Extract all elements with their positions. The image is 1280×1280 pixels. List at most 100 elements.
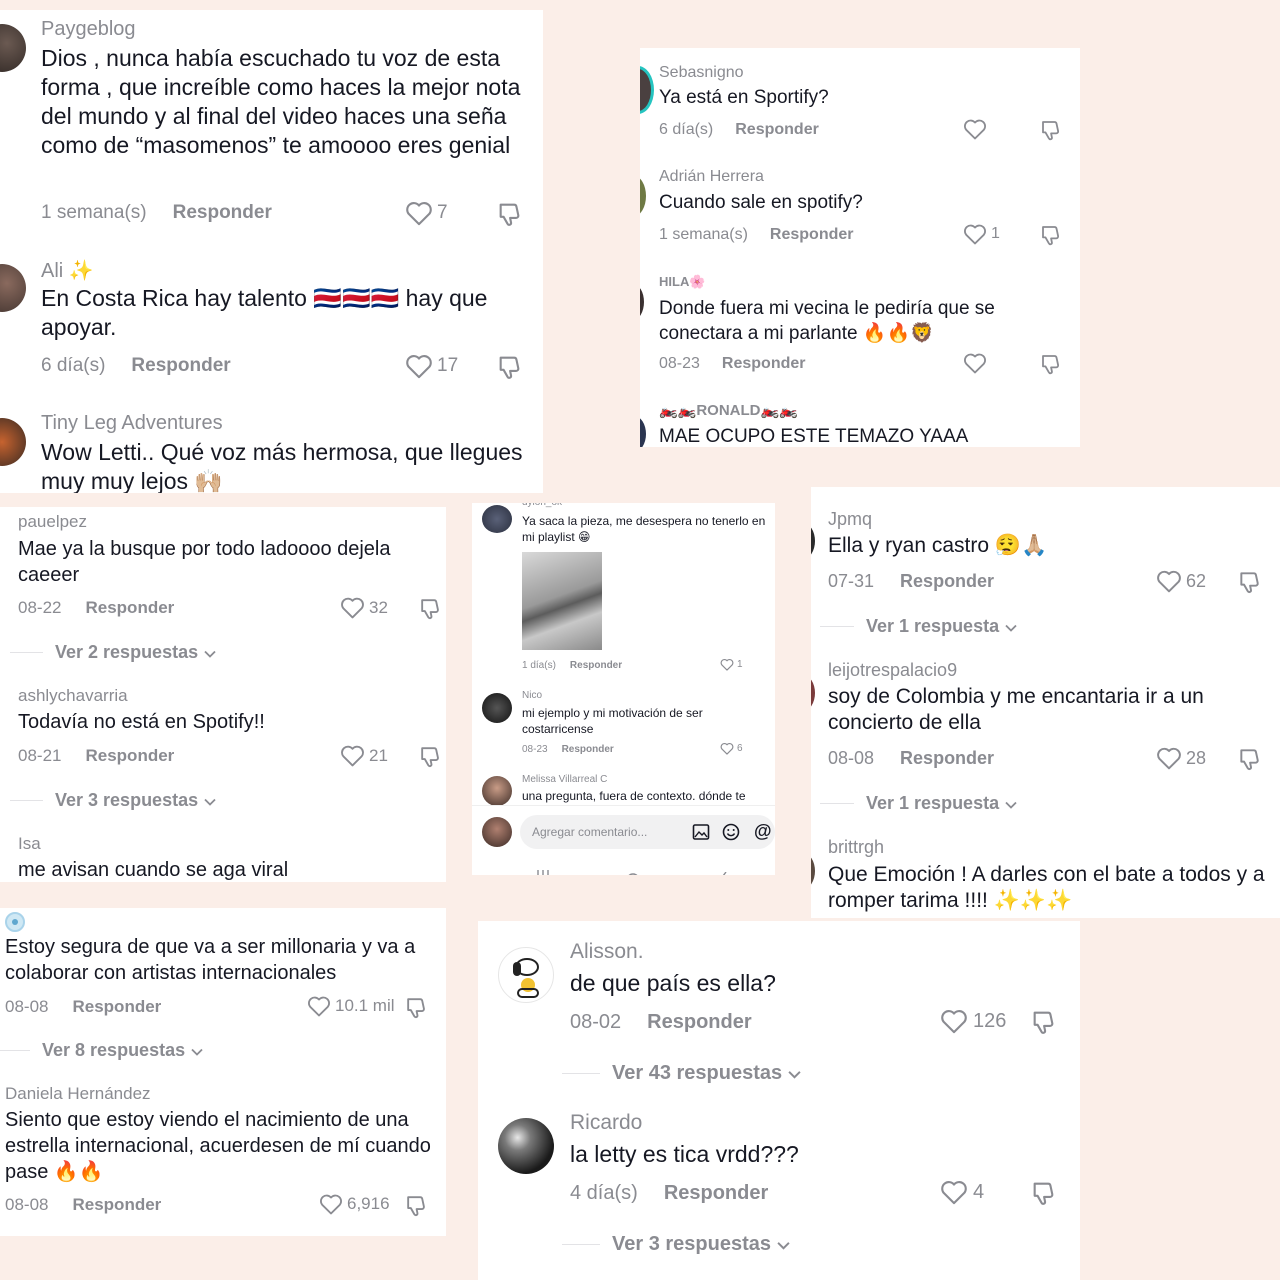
thumbs-down-icon	[1030, 1008, 1058, 1036]
dislike-button[interactable]	[1039, 352, 1063, 376]
comment-username[interactable]: dylon_ok	[522, 503, 562, 508]
view-replies-button[interactable]: Ver 1 respuesta	[820, 793, 1017, 814]
like-button[interactable]: 10.1 mil	[307, 995, 395, 1017]
sticker-image[interactable]	[522, 552, 602, 650]
avatar[interactable]	[811, 675, 815, 711]
like-button[interactable]: 21	[340, 744, 388, 767]
avatar[interactable]	[0, 24, 26, 72]
view-replies-button[interactable]: Ver 1 respuesta	[820, 616, 1017, 637]
home-icon[interactable]	[626, 867, 640, 875]
like-button[interactable]: 62	[1156, 569, 1206, 593]
comment-username[interactable]: Nico	[522, 690, 542, 701]
like-button[interactable]: 28	[1156, 746, 1206, 770]
image-icon[interactable]	[692, 823, 710, 846]
like-button[interactable]	[963, 118, 987, 140]
comment-username[interactable]: Sebasnigno	[659, 64, 744, 82]
divider-line	[562, 1073, 600, 1074]
comment-username[interactable]: Ricardo	[570, 1111, 642, 1135]
avatar[interactable]	[482, 693, 512, 723]
avatar-badge-icon[interactable]	[5, 912, 25, 932]
reply-button[interactable]: Responder	[72, 1195, 161, 1215]
comments-panel-6: Estoy segura de que va a ser millonaria …	[0, 908, 446, 1236]
view-replies-button[interactable]: Ver 2 respuestas	[10, 642, 216, 663]
like-button[interactable]: 6,916	[319, 1193, 390, 1215]
avatar[interactable]	[498, 947, 554, 1003]
dislike-button[interactable]	[404, 995, 429, 1020]
comment-username[interactable]: Jpmq	[828, 509, 872, 530]
comment-username[interactable]: Tiny Leg Adventures	[41, 412, 223, 435]
avatar[interactable]	[498, 1118, 554, 1174]
view-replies-button[interactable]: Ver 43 respuestas	[562, 1062, 801, 1085]
like-button[interactable]: 1	[720, 658, 743, 671]
reply-button[interactable]: Responder	[131, 355, 230, 377]
like-button[interactable]: 1	[963, 223, 1000, 245]
dislike-button[interactable]	[1237, 569, 1263, 595]
avatar[interactable]	[811, 523, 815, 559]
comment-username[interactable]: ashlychavarria	[18, 686, 128, 706]
reply-button[interactable]: Responder	[570, 660, 622, 671]
mention-icon[interactable]: @	[754, 821, 772, 842]
dislike-button[interactable]	[1039, 223, 1063, 247]
chevron-down-icon	[191, 1040, 203, 1061]
view-replies-button[interactable]: Ver 3 respuestas	[562, 1233, 790, 1256]
comment-username[interactable]: HILA🌸	[659, 274, 706, 290]
view-replies-button[interactable]: Ver 8 respuestas	[0, 1040, 203, 1061]
comment-input[interactable]: Agregar comentario... @	[520, 815, 775, 849]
divider-line	[562, 1244, 600, 1245]
comment-username[interactable]: Melissa Villarreal C	[522, 774, 607, 785]
avatar[interactable]	[482, 505, 512, 533]
like-button[interactable]: 17	[405, 353, 458, 379]
like-button[interactable]	[963, 352, 987, 374]
avatar[interactable]	[640, 416, 646, 447]
reply-button[interactable]: Responder	[900, 571, 994, 592]
comment-username[interactable]: Isa	[18, 834, 41, 854]
reply-button[interactable]: Responder	[722, 355, 806, 373]
reply-button[interactable]: Responder	[85, 746, 174, 766]
comment-text: MAE OCUPO ESTE TEMAZO YAAA	[659, 426, 969, 447]
dislike-button[interactable]	[1030, 1179, 1058, 1207]
like-button[interactable]: 7	[405, 200, 448, 226]
reply-button[interactable]: Responder	[735, 121, 819, 139]
avatar[interactable]	[640, 66, 654, 114]
reply-button[interactable]: Responder	[72, 997, 161, 1017]
dislike-button[interactable]	[404, 1193, 429, 1218]
comment-username[interactable]: pauelpez	[18, 512, 87, 532]
dislike-button[interactable]	[1030, 1008, 1058, 1036]
avatar[interactable]	[640, 284, 644, 320]
reply-button[interactable]: Responder	[900, 748, 994, 769]
like-button[interactable]: 6	[720, 742, 743, 755]
avatar[interactable]	[811, 853, 815, 889]
reply-button[interactable]: Responder	[173, 202, 272, 224]
dislike-button[interactable]	[1237, 746, 1263, 772]
like-button[interactable]: 4	[940, 1179, 984, 1205]
avatar[interactable]	[482, 776, 512, 806]
comment-username[interactable]: Paygeblog	[41, 18, 136, 41]
dislike-button[interactable]	[418, 744, 443, 769]
view-replies-button[interactable]: Ver 3 respuestas	[10, 790, 216, 811]
menu-icon[interactable]	[536, 866, 550, 875]
comment-username[interactable]: brittrgh	[828, 837, 884, 858]
like-button[interactable]: 126	[940, 1008, 1006, 1034]
reply-button[interactable]: Responder	[664, 1182, 768, 1205]
comment-username[interactable]: Ali ✨	[41, 258, 94, 283]
emoji-icon[interactable]	[722, 823, 740, 846]
comment-meta: 4 día(s) Responder	[570, 1182, 768, 1205]
dislike-button[interactable]	[496, 200, 524, 228]
comment-username[interactable]: Alisson.	[570, 940, 644, 964]
dislike-button[interactable]	[1039, 118, 1063, 142]
dislike-button[interactable]	[496, 353, 524, 381]
back-icon[interactable]	[718, 867, 728, 875]
comment-username[interactable]: leijotrespalacio9	[828, 660, 957, 681]
comment-username[interactable]: Daniela Hernández	[5, 1084, 151, 1104]
reply-button[interactable]: Responder	[562, 744, 614, 755]
reply-button[interactable]: Responder	[647, 1011, 751, 1034]
comment-username[interactable]: Adrián Herrera	[659, 168, 764, 186]
comment-username[interactable]: 🏍️🏍️RONALD🏍️🏍️	[659, 401, 798, 419]
dislike-button[interactable]	[418, 596, 443, 621]
avatar[interactable]	[0, 418, 26, 466]
like-button[interactable]: 32	[340, 596, 388, 619]
avatar[interactable]	[640, 176, 646, 216]
reply-button[interactable]: Responder	[770, 226, 854, 244]
reply-button[interactable]: Responder	[85, 598, 174, 618]
avatar[interactable]	[0, 264, 26, 312]
